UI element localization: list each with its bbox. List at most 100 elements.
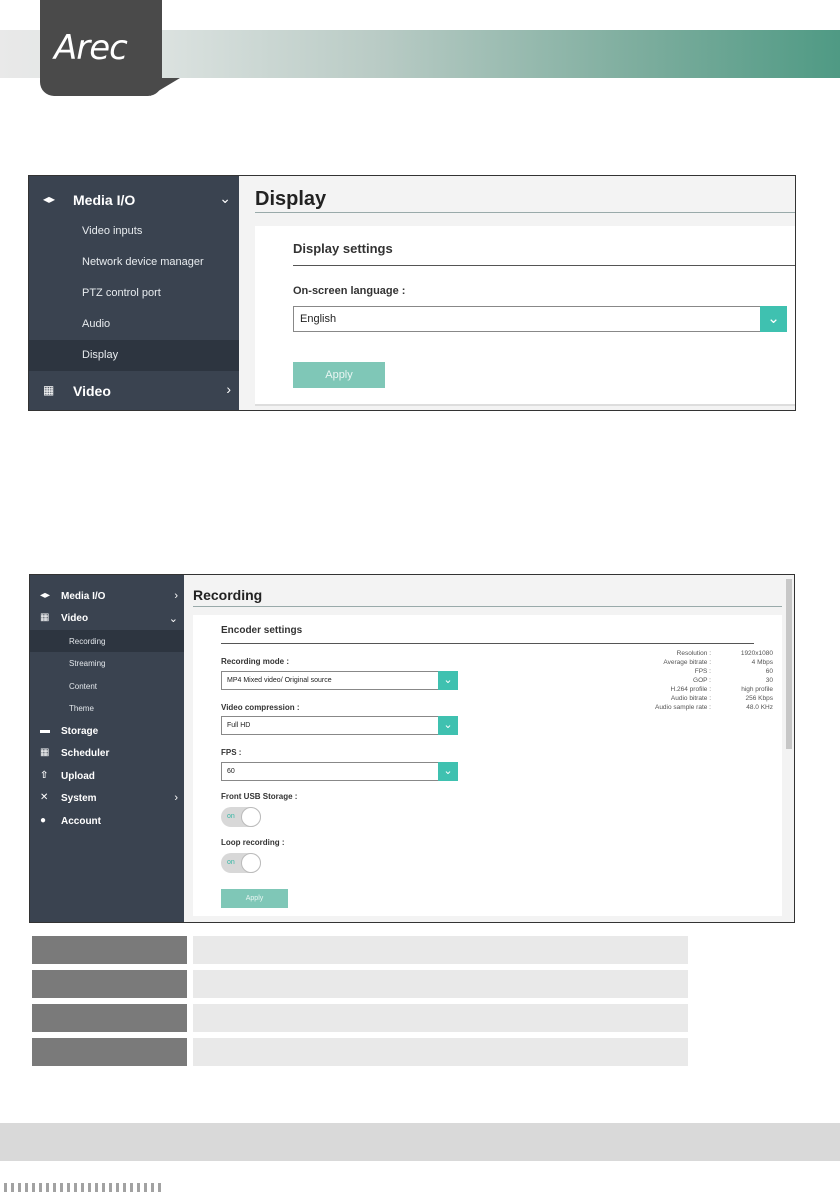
sidebar-item-audio[interactable]: Audio (29, 309, 239, 340)
chevron-down-icon[interactable]: ⌄ (760, 306, 787, 332)
title-divider (255, 212, 795, 213)
recording-mode-value: MP4 Mixed video/ Original source (227, 677, 332, 684)
sidebar-group-scheduler[interactable]: ▦ Scheduler (30, 742, 184, 764)
sidebar-group-video[interactable]: ▦ Video › (29, 371, 239, 410)
description-table (32, 936, 688, 1072)
stat-key: GOP : (693, 677, 711, 684)
sidebar-group-label: Media I/O (73, 192, 136, 208)
stat-key: Average bitrate : (663, 659, 711, 666)
chevron-down-icon: ⌄ (219, 190, 231, 206)
sidebar-item-content[interactable]: Content (30, 675, 184, 697)
fps-label: FPS : (221, 748, 242, 757)
toggle-knob (241, 853, 261, 873)
language-label: On-screen language : (293, 285, 406, 297)
recording-mode-label: Recording mode : (221, 657, 290, 666)
front-usb-storage-toggle[interactable]: on (221, 807, 261, 827)
sidebar-group-label: Scheduler (61, 748, 110, 759)
stat-key: FPS : (694, 668, 711, 675)
front-usb-storage-label: Front USB Storage : (221, 792, 298, 801)
stat-row: FPS : 60 (623, 668, 773, 677)
recording-mode-select[interactable]: MP4 Mixed video/ Original source ⌄ (221, 671, 458, 690)
sidebar: ◂▸ Media I/O ⌄ Video inputs Network devi… (29, 176, 239, 410)
sidebar-group-video[interactable]: ▦ Video ⌄ (30, 607, 184, 629)
recording-screenshot: ◂▸ Media I/O › ▦ Video ⌄ Recording Strea… (29, 574, 795, 923)
video-icon: ▦ (40, 612, 50, 623)
video-compression-select[interactable]: Full HD ⌄ (221, 716, 458, 735)
sidebar-group-label: Video (61, 613, 89, 624)
scheduler-icon: ▦ (40, 747, 50, 758)
chevron-down-icon[interactable]: ⌄ (438, 671, 458, 690)
chevron-down-icon[interactable]: ⌄ (438, 762, 458, 781)
fps-select[interactable]: 60 ⌄ (221, 762, 458, 781)
stat-value: high profile (741, 686, 773, 693)
stat-key: Resolution : (676, 650, 711, 657)
sidebar-group-media-io[interactable]: ◂▸ Media I/O ⌄ (29, 180, 239, 220)
toggle-state: on (227, 859, 235, 866)
table-row (32, 1004, 688, 1032)
stat-row: Audio bitrate : 256 Kbps (623, 695, 773, 704)
table-description-cell (193, 970, 688, 998)
stat-value: 256 Kbps (745, 695, 773, 702)
language-select[interactable]: English ⌄ (293, 306, 787, 332)
toggle-state: on (227, 813, 235, 820)
media-io-icon: ◂▸ (40, 590, 51, 601)
scrollbar[interactable] (786, 579, 792, 749)
sidebar-group-media-io[interactable]: ◂▸ Media I/O › (30, 585, 184, 607)
chevron-down-icon[interactable]: ⌄ (438, 716, 458, 735)
table-row (32, 970, 688, 998)
sidebar-item-network-device-manager[interactable]: Network device manager (29, 247, 239, 278)
stat-key: Audio sample rate : (654, 704, 711, 711)
page-title: Recording (193, 587, 263, 603)
system-icon: ✕ (40, 792, 49, 803)
sidebar-item-ptz-control-port[interactable]: PTZ control port (29, 278, 239, 309)
sidebar-item-video-inputs[interactable]: Video inputs (29, 216, 239, 247)
chevron-right-icon: › (174, 590, 178, 602)
stat-key: Audio bitrate : (670, 695, 711, 702)
apply-button[interactable]: Apply (221, 889, 288, 908)
upload-icon: ⇧ (40, 770, 49, 781)
stat-row: GOP : 30 (623, 677, 773, 686)
loop-recording-toggle[interactable]: on (221, 853, 261, 873)
page-edge-marks (4, 1183, 164, 1192)
video-compression-value: Full HD (227, 722, 251, 729)
stat-value: 1920x1080 (740, 650, 773, 657)
sidebar-group-label: Media I/O (61, 591, 106, 602)
logo-tab-notch (150, 78, 180, 96)
stat-row: Audio sample rate : 48.0 KHz (623, 704, 773, 713)
sidebar: ◂▸ Media I/O › ▦ Video ⌄ Recording Strea… (30, 575, 184, 922)
page-title: Display (255, 188, 327, 210)
stat-value: 4 Mbps (751, 659, 773, 666)
apply-button[interactable]: Apply (293, 362, 385, 388)
stat-value: 48.0 KHz (746, 704, 773, 711)
loop-recording-label: Loop recording : (221, 838, 285, 847)
language-value: English (300, 313, 337, 325)
title-divider (193, 606, 782, 607)
table-key-cell (32, 1004, 187, 1032)
sidebar-group-storage[interactable]: ▬ Storage (30, 720, 184, 742)
sidebar-item-streaming[interactable]: Streaming (30, 652, 184, 674)
sidebar-group-label: Upload (61, 771, 95, 782)
table-description-cell (193, 1004, 688, 1032)
main-content: Display Display settings On-screen langu… (239, 176, 795, 410)
encoder-settings-panel: Encoder settings Recording mode : MP4 Mi… (193, 615, 782, 916)
sidebar-item-recording[interactable]: Recording (30, 630, 184, 652)
arec-logo: Arec (54, 28, 128, 68)
table-key-cell (32, 936, 187, 964)
chevron-down-icon: ⌄ (168, 613, 178, 625)
chevron-right-icon: › (226, 381, 231, 397)
table-row (32, 1038, 688, 1066)
media-io-icon: ◂▸ (43, 192, 56, 206)
storage-icon: ▬ (40, 725, 50, 736)
stat-value: 30 (765, 677, 773, 684)
toggle-knob (241, 807, 261, 827)
section-title: Encoder settings (221, 625, 303, 636)
sidebar-item-display[interactable]: Display (29, 340, 239, 371)
sidebar-group-upload[interactable]: ⇧ Upload (30, 765, 184, 787)
sidebar-item-theme[interactable]: Theme (30, 697, 184, 719)
encoder-stats: Resolution : 1920x1080 Average bitrate : 4… (623, 650, 773, 713)
sidebar-group-system[interactable]: ✕ System › (30, 787, 184, 809)
footer-band (0, 1123, 840, 1161)
stat-row: Average bitrate : 4 Mbps (623, 659, 773, 668)
sidebar-group-account[interactable]: ● Account (30, 810, 184, 832)
sidebar-group-label: Video (73, 383, 111, 399)
